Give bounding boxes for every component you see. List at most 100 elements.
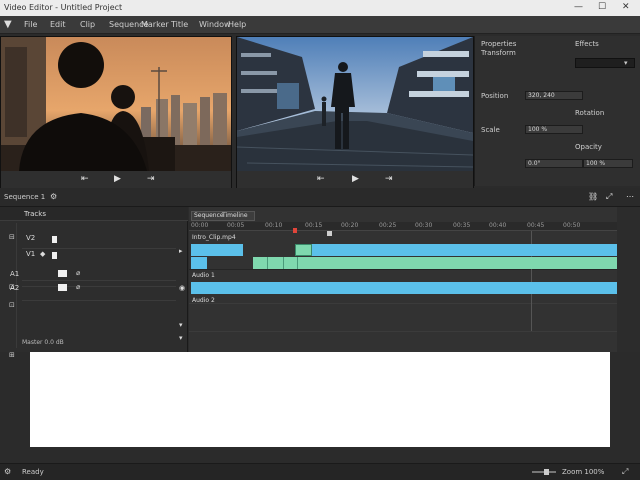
timeline-tab-bar: Sequence Timeline: [191, 211, 255, 221]
eye-icon[interactable]: ◉: [179, 284, 185, 292]
track-mute-button[interactable]: [58, 284, 67, 291]
track-divider: [189, 331, 617, 332]
more-options-icon[interactable]: ⋯: [626, 192, 634, 201]
window-title: Video Editor - Untitled Project: [4, 3, 123, 12]
fullscreen-icon[interactable]: ⤢: [606, 192, 612, 202]
audio-clip[interactable]: [191, 282, 617, 294]
video-clip[interactable]: [191, 257, 207, 269]
master-track-label: Master 0.0 dB: [22, 339, 64, 346]
menu-help[interactable]: Help: [228, 20, 246, 29]
audio-track-label: Audio 2: [192, 297, 215, 304]
maximize-button[interactable]: ☐: [598, 2, 606, 12]
track-header-panel: Tracks ⊟ ⊡ ⊡ ⊞ V2 V1 ◆ A1 ⌀ A2 ⌀ Master …: [0, 207, 188, 359]
menu-window[interactable]: Window: [199, 20, 231, 29]
in-point-marker[interactable]: [327, 231, 332, 236]
title-bar: Video Editor - Untitled Project — ☐ ✕: [0, 0, 640, 16]
source-monitor: ⇤ ▶ ⇥: [0, 36, 232, 188]
track-row[interactable]: V1 ◆: [22, 249, 176, 267]
position-label: Position: [481, 92, 509, 100]
ruler-tick-label: 00:45: [527, 222, 545, 229]
playhead-marker[interactable]: [293, 228, 297, 233]
menu-title[interactable]: Title: [171, 20, 188, 29]
program-prev-frame-button[interactable]: ⇤: [317, 174, 325, 184]
source-play-button[interactable]: ▶: [114, 174, 121, 184]
track-id: V1: [26, 250, 36, 258]
expand-track-icon[interactable]: ▸: [179, 247, 183, 255]
audio-track-label: Audio 1: [192, 272, 215, 279]
expand-icon[interactable]: ⤢: [622, 467, 628, 477]
tracks-header-label: Tracks: [24, 210, 46, 218]
track-toggle-icon[interactable]: [52, 236, 57, 243]
position-field[interactable]: 320, 240: [525, 91, 583, 100]
ruler-tick-label: 00:00: [191, 222, 209, 229]
track-row[interactable]: A2 ⌀: [10, 283, 176, 301]
clip-name-label: Intro_Clip.mp4: [192, 234, 236, 241]
clip-cut: [297, 257, 298, 269]
track-row[interactable]: V2: [22, 231, 176, 249]
app-logo-icon: ▼: [4, 19, 12, 30]
ruler-tick-label: 00:50: [563, 222, 581, 229]
link-icon[interactable]: ⛓: [588, 192, 598, 201]
video-clip[interactable]: [253, 257, 617, 269]
inspector-tab-effects[interactable]: Effects: [575, 40, 599, 48]
timeline-vertical-scroll[interactable]: [617, 207, 640, 352]
program-play-button[interactable]: ▶: [352, 174, 359, 184]
track-solo-icon[interactable]: ⌀: [76, 283, 80, 291]
track-mute-button[interactable]: [58, 270, 67, 277]
clip-cut: [267, 257, 268, 269]
sequence-settings-icon[interactable]: ⚙: [50, 192, 57, 201]
opacity-field[interactable]: 100 %: [583, 159, 633, 168]
ruler-tick-label: 00:35: [453, 222, 471, 229]
video-clip[interactable]: [191, 244, 243, 256]
source-prev-frame-button[interactable]: ⇤: [81, 174, 89, 184]
minimize-button[interactable]: —: [574, 2, 583, 12]
inspector-tab-properties[interactable]: Properties: [481, 40, 516, 48]
track-toggle-icon[interactable]: [52, 252, 57, 259]
track-id: A1: [10, 270, 20, 278]
video-clip[interactable]: [312, 244, 617, 256]
sequence-title: Sequence 1: [4, 193, 46, 201]
tab-timeline[interactable]: Timeline: [222, 212, 248, 219]
menu-file[interactable]: File: [24, 20, 37, 29]
video-clip-transition[interactable]: [295, 244, 312, 256]
program-transport-bar: ⇤ ▶ ⇥: [237, 171, 473, 188]
collapse-icon[interactable]: ▾: [179, 321, 183, 329]
menu-bar: ▼ File Edit Clip Sequence Marker Title W…: [0, 16, 640, 34]
inspector-panel: Properties Effects Transform ▾ Position …: [474, 36, 640, 186]
tab-sequence[interactable]: Sequence: [194, 212, 224, 219]
rotation-field[interactable]: 0.0°: [525, 159, 583, 168]
time-ruler[interactable]: 00:00 00:05 00:10 00:15 00:20 00:25 00:3…: [189, 222, 617, 231]
solo-icon[interactable]: ⊡: [9, 301, 15, 309]
menu-marker[interactable]: Marker: [141, 20, 169, 29]
chevron-down-icon: ▾: [624, 59, 628, 67]
ruler-tick-label: 00:05: [227, 222, 245, 229]
inspector-preset-select[interactable]: ▾: [575, 58, 635, 68]
ruler-tick-label: 00:15: [305, 222, 323, 229]
program-monitor: ⇤ ▶ ⇥: [236, 36, 474, 188]
close-button[interactable]: ✕: [622, 2, 630, 12]
menu-clip[interactable]: Clip: [80, 20, 95, 29]
track-solo-icon[interactable]: ⌀: [76, 269, 80, 277]
source-next-frame-button[interactable]: ⇥: [147, 174, 155, 184]
program-next-frame-button[interactable]: ⇥: [385, 174, 393, 184]
scale-field[interactable]: 100 %: [525, 125, 583, 134]
menu-edit[interactable]: Edit: [50, 20, 66, 29]
zoom-slider-thumb[interactable]: [544, 469, 549, 475]
lock-icon[interactable]: ⊟: [9, 233, 15, 241]
source-transport-bar: ⇤ ▶ ⇥: [1, 171, 231, 188]
tracks-header: Tracks: [0, 207, 188, 221]
settings-icon[interactable]: ⚙: [4, 467, 11, 476]
inspector-section-title: Transform: [481, 49, 516, 57]
collapse-icon[interactable]: ▾: [179, 334, 183, 342]
preview-panel: [30, 352, 610, 447]
clip-cut: [283, 257, 284, 269]
ruler-tick-label: 00:40: [489, 222, 507, 229]
eye-icon[interactable]: ◆: [40, 250, 45, 258]
program-video-frame: [237, 37, 473, 171]
track-divider: [189, 269, 617, 270]
track-id: V2: [26, 234, 36, 242]
scale-label: Scale: [481, 126, 500, 134]
opacity-label: Opacity: [575, 143, 602, 151]
ruler-tick-label: 00:25: [379, 222, 397, 229]
add-track-icon[interactable]: ⊞: [9, 351, 15, 359]
